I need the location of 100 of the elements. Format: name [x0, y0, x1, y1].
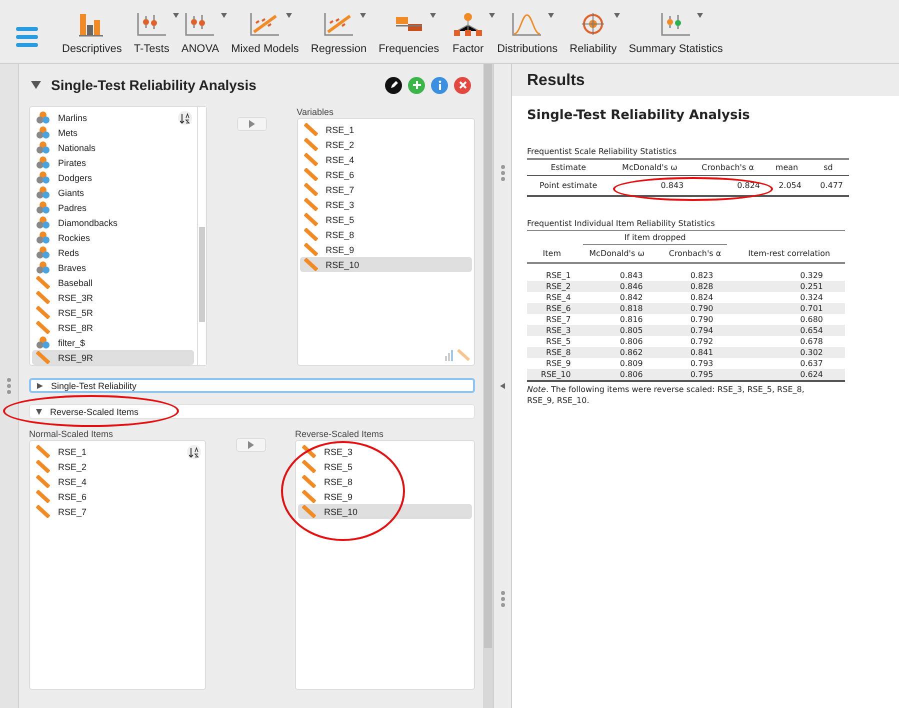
drag-handle-icon[interactable]: [500, 165, 504, 181]
close-icon[interactable]: [454, 76, 471, 94]
variable-item[interactable]: RSE_4: [300, 152, 472, 167]
section-header[interactable]: Reverse-Scaled Items: [29, 404, 475, 419]
move-button[interactable]: [236, 438, 266, 452]
toolbar-button[interactable]: Mixed Models: [225, 11, 305, 55]
table-cell: 0.302: [733, 347, 845, 358]
table-cell: 0.680: [733, 314, 845, 325]
info-icon[interactable]: [431, 76, 448, 94]
table-cell: 0.477: [807, 176, 849, 196]
table-cell: RSE_7: [527, 314, 577, 325]
variable-item[interactable]: RSE_9R: [32, 350, 194, 365]
variable-item[interactable]: Braves: [32, 260, 194, 275]
variable-item[interactable]: Rockies: [32, 230, 194, 245]
variable-item[interactable]: Diamondbacks: [32, 215, 194, 230]
nominal-icon: [36, 141, 50, 154]
column-header: mean: [766, 159, 808, 176]
analysis-title: Single-Test Reliability Analysis: [51, 77, 258, 93]
table-cell: 0.701: [733, 303, 845, 314]
variable-item[interactable]: Reds: [32, 245, 194, 260]
nominal-icon: [36, 156, 50, 169]
drag-handle-icon[interactable]: [7, 378, 11, 394]
table-cell: 0.329: [733, 263, 845, 281]
sort-icon[interactable]: [178, 111, 192, 125]
toolbar-button[interactable]: Reliability: [564, 11, 623, 55]
variable-item[interactable]: Padres: [32, 200, 194, 215]
variable-item[interactable]: Giants: [32, 185, 194, 200]
variable-item[interactable]: RSE_3: [298, 444, 472, 459]
toolbar-button[interactable]: Frequencies: [372, 11, 446, 55]
toolbar-button[interactable]: Regression: [304, 11, 373, 55]
variable-item[interactable]: RSE_7: [300, 182, 472, 197]
variable-item[interactable]: RSE_10: [300, 257, 472, 272]
variable-item[interactable]: Marlins: [32, 110, 194, 125]
add-icon[interactable]: [408, 76, 425, 94]
table-cell: 0.654: [733, 325, 845, 336]
variable-item[interactable]: Nationals: [32, 140, 194, 155]
table-cell: RSE_5: [527, 336, 577, 347]
variable-item[interactable]: Dodgers: [32, 170, 194, 185]
table-cell: 0.809: [576, 358, 657, 369]
move-button[interactable]: [237, 117, 267, 131]
variable-item[interactable]: RSE_3R: [32, 290, 194, 305]
variable-item[interactable]: filter_$: [32, 335, 194, 350]
nominal-icon: [36, 261, 50, 274]
variable-item[interactable]: RSE_8: [298, 474, 472, 489]
variable-item[interactable]: RSE_10: [298, 504, 472, 519]
variable-item[interactable]: RSE_4: [32, 474, 204, 489]
list-label: Reverse-Scaled Items: [295, 428, 385, 440]
collapse-icon[interactable]: [31, 81, 41, 89]
table-cell: 0.792: [656, 336, 734, 347]
scrollbar[interactable]: [483, 64, 493, 708]
ruler-icon: [36, 490, 50, 503]
variable-item[interactable]: Baseball: [32, 275, 194, 290]
ruler-icon: [36, 505, 50, 518]
variable-item[interactable]: RSE_7: [32, 504, 204, 519]
variable-item[interactable]: RSE_3: [300, 197, 472, 212]
ruler-icon: [36, 321, 50, 334]
variable-item[interactable]: RSE_5: [298, 459, 472, 474]
variable-item[interactable]: RSE_2: [300, 137, 472, 152]
toolbar-button[interactable]: T-Tests: [128, 11, 176, 55]
table-cell: 0.841: [656, 347, 734, 358]
collapse-arrow-icon[interactable]: [500, 383, 505, 389]
sort-icon[interactable]: [187, 445, 202, 459]
variable-item[interactable]: Pirates: [32, 155, 194, 170]
table-cell: RSE_8: [527, 347, 577, 358]
ruler-icon: [304, 243, 318, 256]
variable-item[interactable]: RSE_1: [300, 122, 472, 137]
edit-icon[interactable]: [385, 76, 402, 94]
column-header: Item-rest correlation: [733, 247, 845, 263]
table-cell: 0.251: [733, 281, 845, 292]
toolbar-button[interactable]: Factor: [445, 11, 492, 55]
regression-icon: [322, 11, 356, 37]
caret-icon: [221, 13, 228, 18]
menu-icon[interactable]: [16, 27, 38, 47]
table-cell: 0.790: [656, 303, 734, 314]
caret-icon: [430, 13, 436, 18]
caret-icon: [489, 13, 496, 18]
column-header: Item: [527, 247, 577, 263]
toolbar-button[interactable]: ANOVA: [175, 11, 226, 55]
variable-item[interactable]: RSE_2: [32, 459, 204, 474]
variable-item[interactable]: RSE_8R: [32, 320, 194, 335]
variable-item[interactable]: RSE_9: [298, 489, 472, 504]
variable-item[interactable]: RSE_9: [300, 242, 472, 257]
ruler-icon: [302, 475, 316, 488]
variable-item[interactable]: RSE_5R: [32, 305, 194, 320]
nominal-icon: [36, 171, 50, 184]
variable-item[interactable]: RSE_5: [300, 212, 472, 227]
table-cell: 0.324: [733, 292, 845, 303]
variable-item[interactable]: RSE_8: [300, 227, 472, 242]
drag-handle-icon[interactable]: [500, 591, 504, 607]
toolbar-button[interactable]: Summary Statistics: [622, 11, 729, 55]
nominal-icon: [36, 126, 50, 139]
variable-item[interactable]: RSE_1: [32, 444, 204, 459]
variable-item[interactable]: Mets: [32, 125, 194, 140]
toolbar-button[interactable]: Distributions: [491, 11, 564, 55]
section-header[interactable]: Single-Test Reliability: [29, 378, 475, 393]
toolbar-button[interactable]: Descriptives: [56, 11, 128, 55]
variable-item[interactable]: RSE_6: [32, 489, 204, 504]
variable-item[interactable]: RSE_6: [300, 167, 472, 182]
table-cell: Point estimate: [527, 176, 610, 196]
ruler-icon: [36, 460, 50, 473]
